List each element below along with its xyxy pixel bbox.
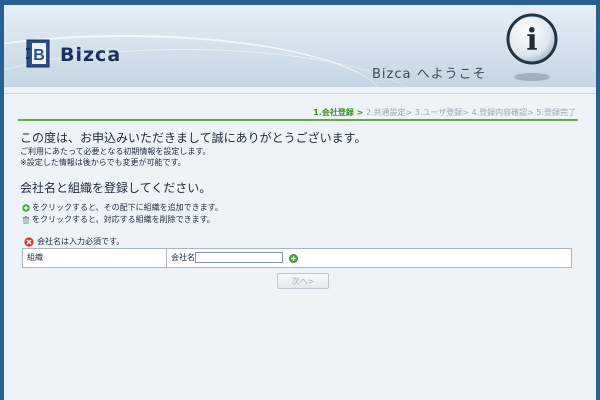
bizca-logo: B Bizca bbox=[26, 39, 136, 71]
hint-delete-text: をクリックすると、対応する組織を削除できます。 bbox=[32, 215, 215, 224]
intro-line-2: ※設定した情報は後からでも変更が可能です。 bbox=[20, 158, 186, 167]
logo-mark-icon: B bbox=[26, 39, 50, 68]
intro-line-1: ご利用にあたって必要となる初期情報を設定します。 bbox=[20, 147, 211, 156]
red-x-icon bbox=[24, 236, 34, 247]
info-letter: i bbox=[526, 23, 537, 58]
add-org-button[interactable] bbox=[289, 254, 298, 263]
green-plus-icon bbox=[22, 203, 30, 212]
step-current: 1.会社登録 > bbox=[313, 108, 364, 117]
welcome-text: Bizca へようこそ bbox=[372, 67, 487, 82]
logo-mark-letter: B bbox=[33, 47, 45, 64]
header-banner: B Bizca Bizca へようこそ i bbox=[4, 5, 596, 87]
step-remaining: 2.共通設定> 3.ユーザ登録> 4.登録内容確認> 5.登録完了 bbox=[363, 108, 576, 117]
required-note-text: 会社名は入力必須です。 bbox=[37, 237, 125, 246]
progress-steps: 1.会社登録 > 2.共通設定> 3.ユーザ登録> 4.登録内容確認> 5.登録… bbox=[313, 107, 576, 118]
thanks-heading: この度は、お申込みいただきまして誠にありがとうございます。 bbox=[20, 131, 367, 145]
hint-add: をクリックすると、その配下に組織を追加できます。 bbox=[22, 202, 223, 213]
section-title: 会社名と組織を登録してください。 bbox=[20, 181, 212, 195]
info-badge-icon: i bbox=[506, 13, 558, 81]
org-label-cell: 組織 bbox=[23, 249, 167, 267]
progress-underline bbox=[18, 119, 578, 121]
hint-add-text: をクリックすると、その配下に組織を追加できます。 bbox=[32, 203, 223, 212]
hint-delete: をクリックすると、対応する組織を削除できます。 bbox=[22, 214, 215, 225]
trash-icon bbox=[23, 215, 29, 224]
organization-table: 組織 会社名 bbox=[22, 248, 572, 268]
header-divider bbox=[4, 93, 596, 94]
app-frame: B Bizca Bizca へようこそ i 1.会社登録 > 2.共通設定> 3… bbox=[4, 5, 596, 400]
company-name-input[interactable] bbox=[195, 252, 283, 263]
next-button[interactable]: 次へ> bbox=[277, 273, 329, 289]
company-name-label: 会社名 bbox=[171, 253, 195, 262]
required-note: 会社名は入力必須です。 bbox=[24, 236, 124, 247]
company-cell: 会社名 bbox=[167, 249, 571, 267]
brand-name: Bizca bbox=[60, 44, 122, 66]
